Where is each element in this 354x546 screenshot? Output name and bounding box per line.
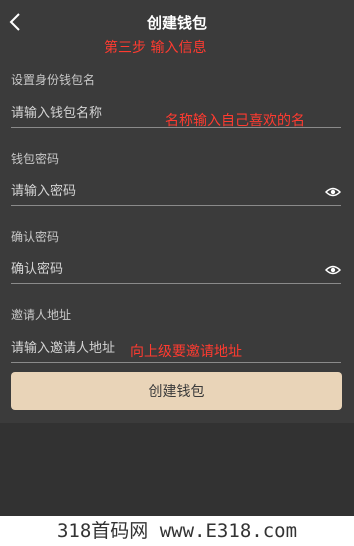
form-panel: 创建钱包 第三步 输入信息 设置身份钱包名 名称输入自己喜欢的名 钱包密码 确认…	[0, 0, 354, 423]
eye-icon[interactable]	[324, 262, 342, 276]
confirm-password-field	[11, 254, 342, 284]
password-label: 钱包密码	[11, 152, 60, 166]
wallet-name-label: 设置身份钱包名	[11, 73, 96, 87]
confirm-password-label: 确认密码	[11, 230, 60, 244]
password-field	[11, 176, 342, 206]
eye-icon[interactable]	[324, 184, 342, 198]
step-annotation: 第三步 输入信息	[104, 40, 207, 56]
invite-hint-annotation: 向上级要邀请地址	[130, 344, 242, 360]
inviter-label: 邀请人地址	[11, 308, 72, 322]
confirm-password-input[interactable]	[11, 258, 311, 280]
page-title: 创建钱包	[146, 14, 207, 32]
password-input[interactable]	[11, 180, 311, 202]
create-wallet-button[interactable]: 创建钱包	[11, 372, 342, 410]
name-hint-annotation: 名称输入自己喜欢的名	[165, 113, 305, 129]
watermark: 318首码网 www.E318.com	[0, 516, 354, 546]
app-screen: 创建钱包 第三步 输入信息 设置身份钱包名 名称输入自己喜欢的名 钱包密码 确认…	[0, 0, 354, 546]
